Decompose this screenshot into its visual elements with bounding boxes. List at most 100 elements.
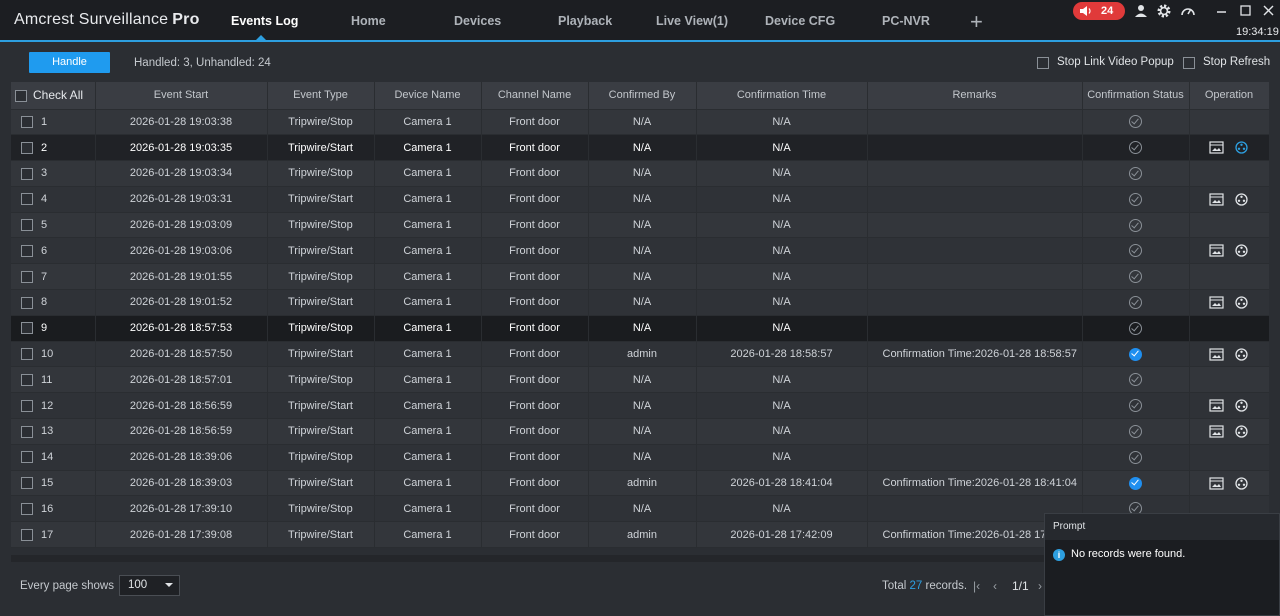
confirmation-status-cell[interactable]	[1082, 366, 1190, 394]
tab-playback[interactable]: Playback	[558, 14, 612, 28]
close-icon[interactable]	[1261, 3, 1277, 19]
confirmation-status-cell[interactable]	[1082, 289, 1190, 316]
confirmation-status-cell[interactable]	[1082, 263, 1190, 291]
row-index-cell[interactable]: 16	[11, 495, 96, 523]
row-index-cell[interactable]: 12	[11, 392, 96, 420]
unconfirmed-check-icon[interactable]	[1129, 450, 1142, 464]
snapshot-icon[interactable]	[1209, 347, 1224, 361]
row-checkbox[interactable]	[21, 399, 33, 412]
confirmation-status-cell[interactable]	[1082, 109, 1190, 136]
confirmation-status-cell[interactable]	[1082, 444, 1190, 471]
snapshot-icon[interactable]	[1209, 425, 1224, 438]
row-checkbox[interactable]	[21, 193, 33, 206]
performance-gauge-icon[interactable]	[1180, 3, 1196, 19]
confirmation-status-cell[interactable]	[1082, 470, 1190, 497]
gear-icon[interactable]	[1156, 3, 1172, 19]
remarks-cell[interactable]	[867, 418, 1083, 445]
table-row[interactable]: 13 2026-01-28 18:56:59 Tripwire/Start Camer…	[11, 418, 1269, 445]
table-row[interactable]: 14 2026-01-28 18:39:06 Tripwire/Stop Camera…	[11, 444, 1269, 471]
alarm-badge[interactable]: 24	[1073, 2, 1125, 20]
row-checkbox[interactable]	[21, 451, 33, 464]
tab-device-cfg[interactable]: Device CFG	[765, 14, 835, 28]
stop-refresh-option[interactable]: Stop Refresh	[1183, 56, 1270, 69]
col-confirmed-by[interactable]: Confirmed By	[588, 82, 697, 110]
row-checkbox[interactable]	[21, 528, 33, 541]
confirmation-status-cell[interactable]	[1082, 212, 1190, 239]
row-index-cell[interactable]: 17	[11, 521, 96, 549]
col-device-name[interactable]: Device Name	[374, 82, 482, 110]
col-remarks[interactable]: Remarks	[867, 82, 1083, 110]
row-checkbox[interactable]	[21, 115, 33, 128]
remarks-cell[interactable]	[867, 212, 1083, 239]
stop-refresh-checkbox[interactable]	[1183, 57, 1195, 69]
row-index-cell[interactable]: 7	[11, 263, 96, 291]
table-row[interactable]: 10 2026-01-28 18:57:50 Tripwire/Start Camer…	[11, 341, 1269, 368]
add-tab-icon[interactable]: +	[970, 9, 983, 35]
unconfirmed-check-icon[interactable]	[1129, 141, 1142, 155]
snapshot-icon[interactable]	[1209, 193, 1224, 206]
unconfirmed-check-icon[interactable]	[1129, 166, 1142, 180]
video-reel-icon[interactable]	[1234, 399, 1249, 412]
confirmation-status-cell[interactable]	[1082, 160, 1190, 187]
video-reel-icon[interactable]	[1234, 476, 1249, 490]
tab-live-view[interactable]: Live View(1)	[656, 14, 728, 28]
unconfirmed-check-icon[interactable]	[1129, 218, 1142, 232]
video-reel-icon[interactable]	[1234, 141, 1249, 154]
unconfirmed-check-icon[interactable]	[1129, 244, 1142, 258]
table-row[interactable]: 6 2026-01-28 19:03:06 Tripwire/Start Camera…	[11, 237, 1269, 265]
row-checkbox[interactable]	[21, 141, 33, 154]
row-checkbox[interactable]	[21, 219, 33, 232]
table-row[interactable]: 9 2026-01-28 18:57:53 Tripwire/Stop Camera …	[11, 315, 1269, 342]
remarks-cell[interactable]: Confirmation Time:2026-01-28 18:58:57	[867, 341, 1083, 368]
remarks-cell[interactable]	[867, 444, 1083, 471]
unconfirmed-check-icon[interactable]	[1129, 295, 1142, 309]
row-index-cell[interactable]: 11	[11, 366, 96, 394]
row-checkbox[interactable]	[21, 270, 33, 283]
col-event-start[interactable]: Event Start	[95, 82, 268, 110]
remarks-cell[interactable]	[867, 160, 1083, 187]
snapshot-icon[interactable]	[1209, 141, 1224, 154]
table-row[interactable]: 11 2026-01-28 18:57:01 Tripwire/Stop Camera…	[11, 366, 1269, 394]
video-reel-icon[interactable]	[1234, 347, 1249, 361]
stop-link-video-popup-option[interactable]: Stop Link Video Popup	[1037, 56, 1174, 69]
row-index-cell[interactable]: 13	[11, 418, 96, 445]
tab-home[interactable]: Home	[351, 14, 386, 28]
row-checkbox[interactable]	[21, 425, 33, 438]
table-row[interactable]: 3 2026-01-28 19:03:34 Tripwire/Stop Camera …	[11, 160, 1269, 187]
remarks-cell[interactable]	[867, 392, 1083, 420]
remarks-cell[interactable]	[867, 366, 1083, 394]
tab-devices[interactable]: Devices	[454, 14, 501, 28]
col-confirmation-time[interactable]: Confirmation Time	[696, 82, 868, 110]
row-checkbox[interactable]	[21, 322, 33, 335]
table-row[interactable]: 2 2026-01-28 19:03:35 Tripwire/Start Camera…	[11, 134, 1269, 162]
unconfirmed-check-icon[interactable]	[1129, 115, 1142, 129]
tab-events-log[interactable]: Events Log	[231, 14, 298, 28]
row-checkbox[interactable]	[21, 244, 33, 257]
remarks-cell[interactable]	[867, 263, 1083, 291]
confirmation-status-cell[interactable]	[1082, 237, 1190, 265]
table-row[interactable]: 12 2026-01-28 18:56:59 Tripwire/Start Camer…	[11, 392, 1269, 420]
per-page-select[interactable]: 100	[119, 575, 180, 596]
row-index-cell[interactable]: 14	[11, 444, 96, 471]
video-reel-icon[interactable]	[1234, 244, 1249, 258]
col-channel-name[interactable]: Channel Name	[481, 82, 589, 110]
row-checkbox[interactable]	[21, 167, 33, 180]
check-all-checkbox[interactable]	[15, 90, 27, 103]
prev-page-icon[interactable]: ‹	[993, 579, 997, 593]
col-event-type[interactable]: Event Type	[267, 82, 375, 110]
remarks-cell[interactable]	[867, 315, 1083, 342]
remarks-cell[interactable]	[867, 134, 1083, 162]
confirmation-status-cell[interactable]	[1082, 186, 1190, 213]
next-page-icon[interactable]: ›	[1038, 579, 1042, 593]
confirmation-status-cell[interactable]	[1082, 315, 1190, 342]
table-row[interactable]: 4 2026-01-28 19:03:31 Tripwire/Start Camera…	[11, 186, 1269, 213]
check-all-header[interactable]: Check All	[11, 82, 96, 110]
row-index-cell[interactable]: 10	[11, 341, 96, 368]
row-index-cell[interactable]: 5	[11, 212, 96, 239]
snapshot-icon[interactable]	[1209, 244, 1224, 257]
row-index-cell[interactable]: 3	[11, 160, 96, 187]
table-row[interactable]: 15 2026-01-28 18:39:03 Tripwire/Start Camer…	[11, 470, 1269, 497]
table-row[interactable]: 8 2026-01-28 19:01:52 Tripwire/Start Camera…	[11, 289, 1269, 316]
unconfirmed-check-icon[interactable]	[1129, 424, 1142, 438]
row-index-cell[interactable]: 1	[11, 109, 96, 136]
